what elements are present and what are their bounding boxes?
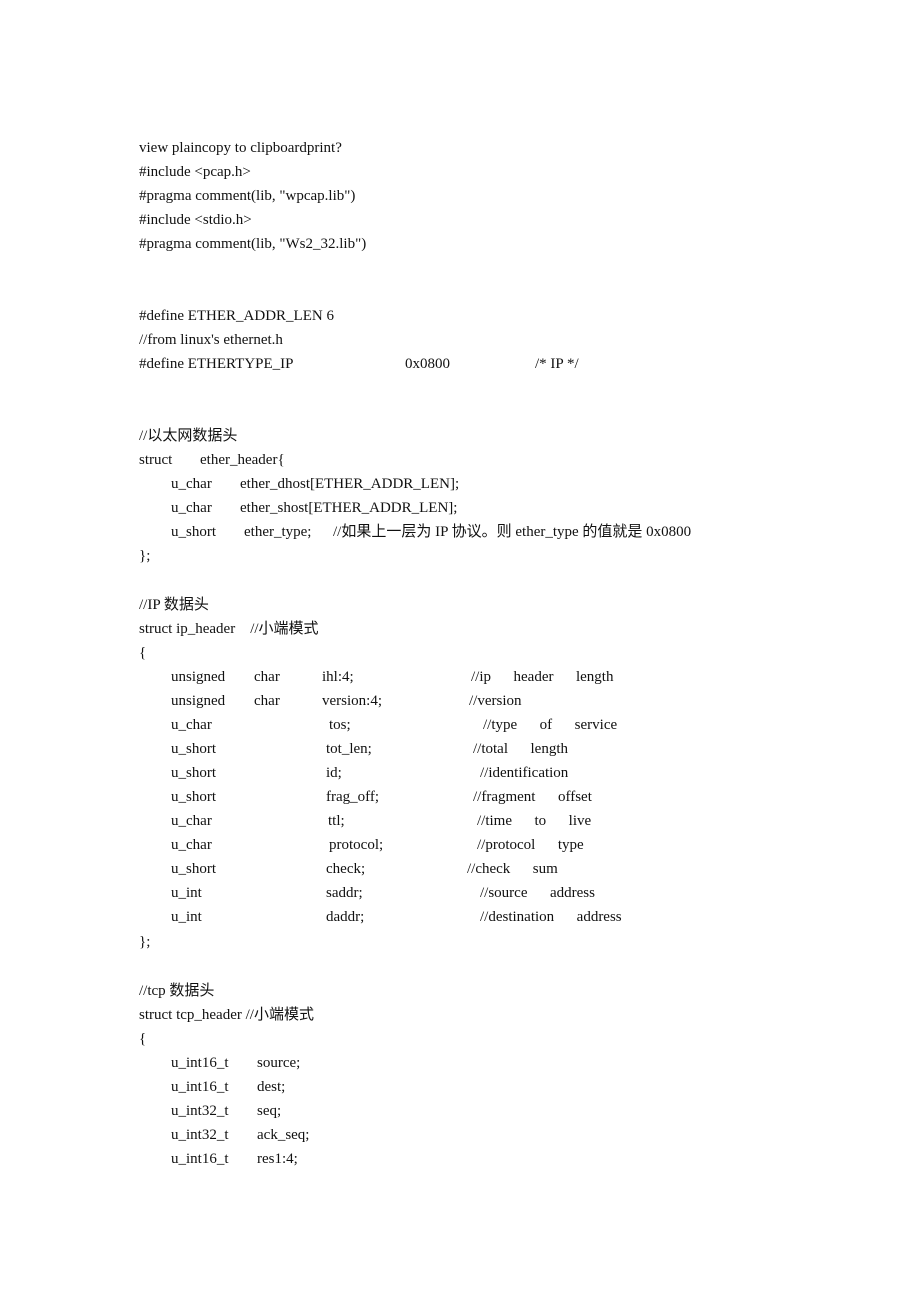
field-type: u_int16_t bbox=[171, 1151, 229, 1167]
field-comment: //destination address bbox=[480, 909, 622, 925]
struct-field: u_char tos; //type of service bbox=[171, 715, 731, 735]
field-type: u_char bbox=[171, 813, 212, 829]
include-line: #pragma comment(lib, "wpcap.lib") bbox=[139, 188, 356, 204]
field-type: u_char bbox=[171, 476, 212, 492]
view-plain-copy-line: view plaincopy to clipboardprint? bbox=[139, 140, 342, 156]
field-type: unsigned bbox=[171, 693, 226, 709]
field-type: u_int bbox=[171, 885, 202, 901]
struct-field: unsigned char ihl:4; //ip header length bbox=[171, 667, 731, 687]
field-type: u_short bbox=[171, 861, 216, 877]
field-name: frag_off; bbox=[326, 789, 380, 805]
field-name: daddr; bbox=[326, 909, 365, 925]
field-name: seq; bbox=[257, 1103, 282, 1119]
field-comment: //version bbox=[469, 693, 522, 709]
field-name: saddr; bbox=[326, 885, 363, 901]
field-type: u_short bbox=[171, 765, 216, 781]
field-type: u_int32_t bbox=[171, 1103, 229, 1119]
struct-field: u_short ether_type; //如果上一层为 IP 协议。则 eth… bbox=[171, 522, 871, 542]
field-name: ihl:4; bbox=[322, 669, 354, 685]
struct-field: u_char ether_shost[ETHER_ADDR_LEN]; bbox=[171, 498, 871, 518]
field-type: u_char bbox=[171, 837, 212, 853]
field-name: ttl; bbox=[328, 813, 345, 829]
struct-field: u_int16_t res1:4; bbox=[171, 1149, 471, 1169]
field-comment: //identification bbox=[480, 765, 569, 781]
field-type: u_int16_t bbox=[171, 1079, 229, 1095]
field-comment: //source address bbox=[480, 885, 595, 901]
field-type: u_int32_t bbox=[171, 1127, 229, 1143]
ether-struct-line: struct ether_header{ bbox=[139, 450, 439, 470]
struct-field: u_int32_t seq; bbox=[171, 1101, 471, 1121]
field-name: ack_seq; bbox=[257, 1127, 310, 1143]
define-value: 0x0800 bbox=[405, 356, 450, 372]
field-type: u_short bbox=[171, 524, 216, 540]
struct-field: u_short tot_len; //total length bbox=[171, 739, 731, 759]
define-ether-addr-len: #define ETHER_ADDR_LEN 6 bbox=[139, 308, 334, 324]
ip-section-comment: //IP 数据头 bbox=[139, 597, 209, 613]
from-linux-comment: //from linux's ethernet.h bbox=[139, 332, 283, 348]
tcp-struct-line: struct tcp_header //小端模式 bbox=[139, 1007, 314, 1023]
struct-open: { bbox=[139, 1031, 147, 1047]
field-name: ether_type; bbox=[244, 524, 312, 540]
tcp-section-comment: //tcp 数据头 bbox=[139, 983, 215, 999]
struct-field: u_int32_t ack_seq; bbox=[171, 1125, 471, 1145]
field-type: u_short bbox=[171, 789, 216, 805]
field-name: ether_shost[ETHER_ADDR_LEN]; bbox=[240, 500, 458, 516]
define-ethertype-ip: #define ETHERTYPE_IP 0x0800 /* IP */ bbox=[139, 354, 739, 374]
struct-field: u_short check; //check sum bbox=[171, 859, 731, 879]
struct-field: unsigned char version:4; //version bbox=[171, 691, 731, 711]
field-name: protocol; bbox=[329, 837, 384, 853]
field-type: u_char bbox=[171, 717, 212, 733]
struct-field: u_int daddr; //destination address bbox=[171, 907, 731, 927]
field-comment: //protocol type bbox=[477, 837, 584, 853]
include-line: #pragma comment(lib, "Ws2_32.lib") bbox=[139, 236, 367, 252]
ip-struct-line: struct ip_header //小端模式 bbox=[139, 621, 319, 637]
field-name: version:4; bbox=[322, 693, 382, 709]
field-type: u_short bbox=[171, 741, 216, 757]
field-name: tos; bbox=[329, 717, 351, 733]
field-type-secondary: char bbox=[254, 669, 280, 685]
field-name: id; bbox=[326, 765, 342, 781]
field-name: res1:4; bbox=[257, 1151, 298, 1167]
struct-field: u_short id; //identification bbox=[171, 763, 731, 783]
field-name: tot_len; bbox=[326, 741, 372, 757]
field-name: dest; bbox=[257, 1079, 286, 1095]
struct-keyword: struct bbox=[139, 452, 173, 468]
field-comment: //fragment offset bbox=[473, 789, 592, 805]
struct-field: u_char protocol; //protocol type bbox=[171, 835, 731, 855]
struct-field: u_char ether_dhost[ETHER_ADDR_LEN]; bbox=[171, 474, 871, 494]
struct-field: u_int saddr; //source address bbox=[171, 883, 731, 903]
struct-name: ether_header{ bbox=[200, 452, 285, 468]
struct-field: u_int16_t dest; bbox=[171, 1077, 471, 1097]
field-type: u_char bbox=[171, 500, 212, 516]
field-comment: //如果上一层为 IP 协议。则 ether_type 的值就是 0x0800 bbox=[333, 524, 692, 540]
struct-close: }; bbox=[139, 548, 151, 564]
field-name: ether_dhost[ETHER_ADDR_LEN]; bbox=[240, 476, 460, 492]
field-type: unsigned bbox=[171, 669, 226, 685]
field-name: source; bbox=[257, 1055, 301, 1071]
field-comment: //ip header length bbox=[471, 669, 614, 685]
struct-open: { bbox=[139, 645, 147, 661]
struct-field: u_short frag_off; //fragment offset bbox=[171, 787, 731, 807]
field-type: u_int bbox=[171, 909, 202, 925]
include-line: #include <stdio.h> bbox=[139, 212, 252, 228]
field-type-secondary: char bbox=[254, 693, 280, 709]
define-name: #define ETHERTYPE_IP bbox=[139, 356, 294, 372]
struct-field: u_int16_t source; bbox=[171, 1053, 471, 1073]
struct-close: }; bbox=[139, 934, 151, 950]
ether-section-comment: //以太网数据头 bbox=[139, 428, 238, 444]
struct-field: u_char ttl; //time to live bbox=[171, 811, 731, 831]
document-page: view plaincopy to clipboardprint? #inclu… bbox=[0, 0, 920, 1302]
field-comment: //total length bbox=[473, 741, 568, 757]
field-type: u_int16_t bbox=[171, 1055, 229, 1071]
field-comment: //time to live bbox=[477, 813, 592, 829]
field-comment: //type of service bbox=[483, 717, 618, 733]
include-line: #include <pcap.h> bbox=[139, 164, 251, 180]
define-comment: /* IP */ bbox=[535, 356, 579, 372]
field-comment: //check sum bbox=[467, 861, 558, 877]
field-name: check; bbox=[326, 861, 366, 877]
